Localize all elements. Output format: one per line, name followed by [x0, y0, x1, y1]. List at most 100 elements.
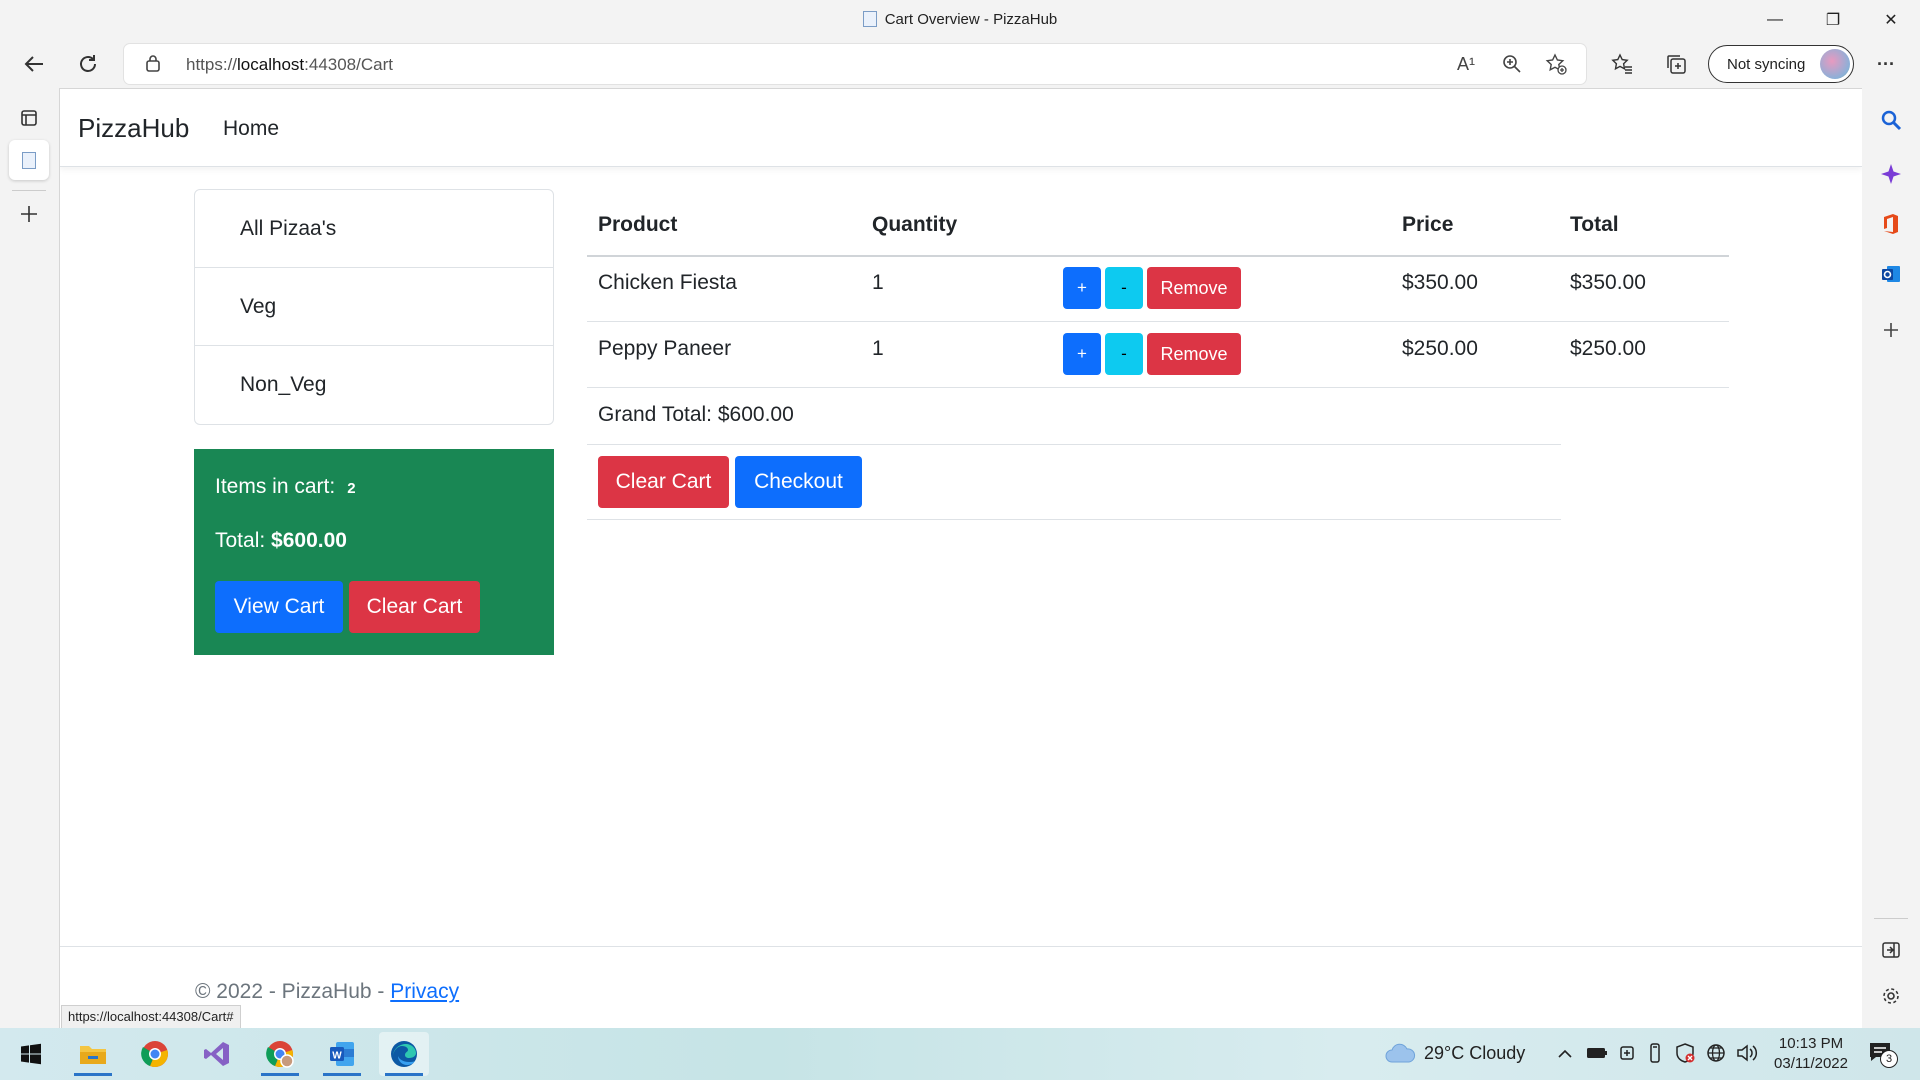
- remove-item-button[interactable]: Remove: [1147, 267, 1241, 309]
- battery-icon[interactable]: [1586, 1046, 1608, 1060]
- edge-icon: [391, 1041, 417, 1067]
- header-price: Price: [1402, 213, 1454, 236]
- actions-divider: [587, 519, 1561, 520]
- notification-center-button[interactable]: 3: [1868, 1040, 1898, 1070]
- row-price: $350.00: [1402, 271, 1478, 294]
- sidebar-collapse-icon: [1882, 942, 1900, 958]
- tab-cart-overview[interactable]: [9, 140, 49, 180]
- collections-button[interactable]: [1658, 46, 1694, 82]
- taskbar-chrome[interactable]: [130, 1032, 180, 1076]
- taskbar-word[interactable]: W: [317, 1032, 367, 1076]
- security-alert-icon[interactable]: [1675, 1043, 1695, 1063]
- globe-network-icon[interactable]: [1706, 1043, 1726, 1063]
- checkout-button[interactable]: Checkout: [735, 456, 862, 508]
- nav-link-home[interactable]: Home: [223, 117, 279, 141]
- volume-icon[interactable]: [1736, 1043, 1758, 1063]
- address-bar[interactable]: https://localhost:44308/Cart A¹: [124, 44, 1586, 84]
- items-count-value: 2: [347, 480, 356, 497]
- total-value: $600.00: [271, 529, 347, 552]
- back-button[interactable]: [16, 46, 52, 82]
- row-divider: [587, 321, 1729, 322]
- read-aloud-icon[interactable]: A¹: [1454, 52, 1478, 76]
- summary-clear-cart-button[interactable]: Clear Cart: [349, 581, 480, 633]
- chrome-icon: [266, 1041, 294, 1068]
- lock-icon: [146, 55, 160, 72]
- taskbar-chrome-profile[interactable]: [255, 1032, 305, 1076]
- taskbar-edge[interactable]: [379, 1032, 429, 1076]
- category-list: All Pizaa's Veg Non_Veg: [194, 189, 554, 425]
- header-divider: [587, 255, 1729, 257]
- profile-sync-button[interactable]: Not syncing: [1708, 45, 1854, 83]
- site-navbar: PizzaHub Home: [60, 89, 1862, 167]
- row-product: Peppy Paneer: [598, 337, 732, 360]
- privacy-link[interactable]: Privacy: [390, 980, 459, 1003]
- hide-sidebar-button[interactable]: [1875, 934, 1907, 966]
- usb-device-icon[interactable]: [1648, 1043, 1662, 1063]
- start-button[interactable]: [6, 1032, 56, 1076]
- profile-avatar: [1820, 49, 1850, 79]
- sidebar-office-button[interactable]: [1875, 208, 1907, 240]
- favorites-button[interactable]: [1604, 46, 1640, 82]
- gear-icon: [1883, 988, 1899, 1004]
- page-icon: [862, 11, 877, 27]
- row-total: $250.00: [1570, 337, 1646, 360]
- tab-actions-icon: [21, 110, 37, 126]
- sync-label: Not syncing: [1727, 55, 1806, 73]
- sidebar-outlook-button[interactable]: [1875, 258, 1907, 290]
- sidebar-add-button[interactable]: [1875, 314, 1907, 346]
- link-status-bar: https://localhost:44308/Cart#: [61, 1005, 241, 1028]
- cart-total: Total: $600.00: [215, 529, 347, 553]
- add-favorite-icon[interactable]: [1544, 52, 1568, 76]
- sidebar-search-button[interactable]: [1875, 104, 1907, 136]
- sidebar-settings-button[interactable]: [1875, 980, 1907, 1012]
- search-icon: [1881, 110, 1902, 131]
- minimize-button[interactable]: —: [1752, 0, 1798, 40]
- window-title-text: Cart Overview - PizzaHub: [884, 11, 1058, 28]
- weather-text[interactable]: 29°C Cloudy: [1424, 1043, 1525, 1064]
- chrome-icon: [141, 1041, 168, 1067]
- row-quantity: 1: [872, 271, 884, 294]
- category-veg[interactable]: Veg: [195, 268, 553, 346]
- sidebar-divider: [1874, 918, 1908, 919]
- row-divider: [587, 387, 1729, 388]
- site-brand[interactable]: PizzaHub: [78, 113, 189, 144]
- remove-item-button[interactable]: Remove: [1147, 333, 1241, 375]
- close-button[interactable]: ✕: [1868, 0, 1914, 40]
- edge-sidebar: [1862, 88, 1920, 1028]
- onedrive-icon[interactable]: [1618, 1044, 1636, 1062]
- office-icon: [1884, 214, 1898, 234]
- zoom-icon[interactable]: [1500, 52, 1524, 76]
- settings-more-button[interactable]: ···: [1868, 46, 1904, 82]
- category-non-veg[interactable]: Non_Veg: [195, 346, 553, 424]
- url-text[interactable]: https://localhost:44308/Cart: [186, 55, 393, 75]
- decrease-quantity-button[interactable]: -: [1105, 333, 1143, 375]
- chevron-up-icon[interactable]: [1557, 1046, 1573, 1062]
- increase-quantity-button[interactable]: +: [1063, 267, 1101, 309]
- site-footer: © 2022 - PizzaHub - Privacy: [195, 980, 459, 1004]
- view-cart-button[interactable]: View Cart: [215, 581, 343, 633]
- taskbar-visual-studio[interactable]: [192, 1032, 242, 1076]
- svg-text:W: W: [332, 1051, 342, 1062]
- grand-total-divider: [587, 444, 1561, 445]
- items-label: Items in cart:: [215, 475, 336, 498]
- category-all-pizzas[interactable]: All Pizaa's: [195, 190, 553, 268]
- refresh-button[interactable]: [70, 46, 106, 82]
- row-total: $350.00: [1570, 271, 1646, 294]
- taskbar-file-explorer[interactable]: [68, 1032, 118, 1076]
- footer-copyright: © 2022 - PizzaHub -: [195, 980, 391, 1003]
- window-titlebar: Cart Overview - PizzaHub — ❐ ✕: [0, 0, 1920, 40]
- restore-button[interactable]: ❐: [1810, 0, 1856, 40]
- decrease-quantity-button[interactable]: -: [1105, 267, 1143, 309]
- increase-quantity-button[interactable]: +: [1063, 333, 1101, 375]
- total-label: Total:: [215, 529, 266, 552]
- tab-divider: [12, 190, 46, 191]
- tab-actions-button[interactable]: [9, 98, 49, 138]
- new-tab-button[interactable]: [9, 194, 49, 234]
- system-clock[interactable]: 10:13 PM 03/11/2022: [1766, 1034, 1856, 1074]
- windows-logo-icon: [21, 1043, 41, 1065]
- clock-time: 10:13 PM: [1778, 1035, 1844, 1052]
- outlook-icon: [1882, 266, 1900, 282]
- clear-cart-button[interactable]: Clear Cart: [598, 456, 729, 508]
- sidebar-discover-button[interactable]: [1875, 158, 1907, 190]
- row-price: $250.00: [1402, 337, 1478, 360]
